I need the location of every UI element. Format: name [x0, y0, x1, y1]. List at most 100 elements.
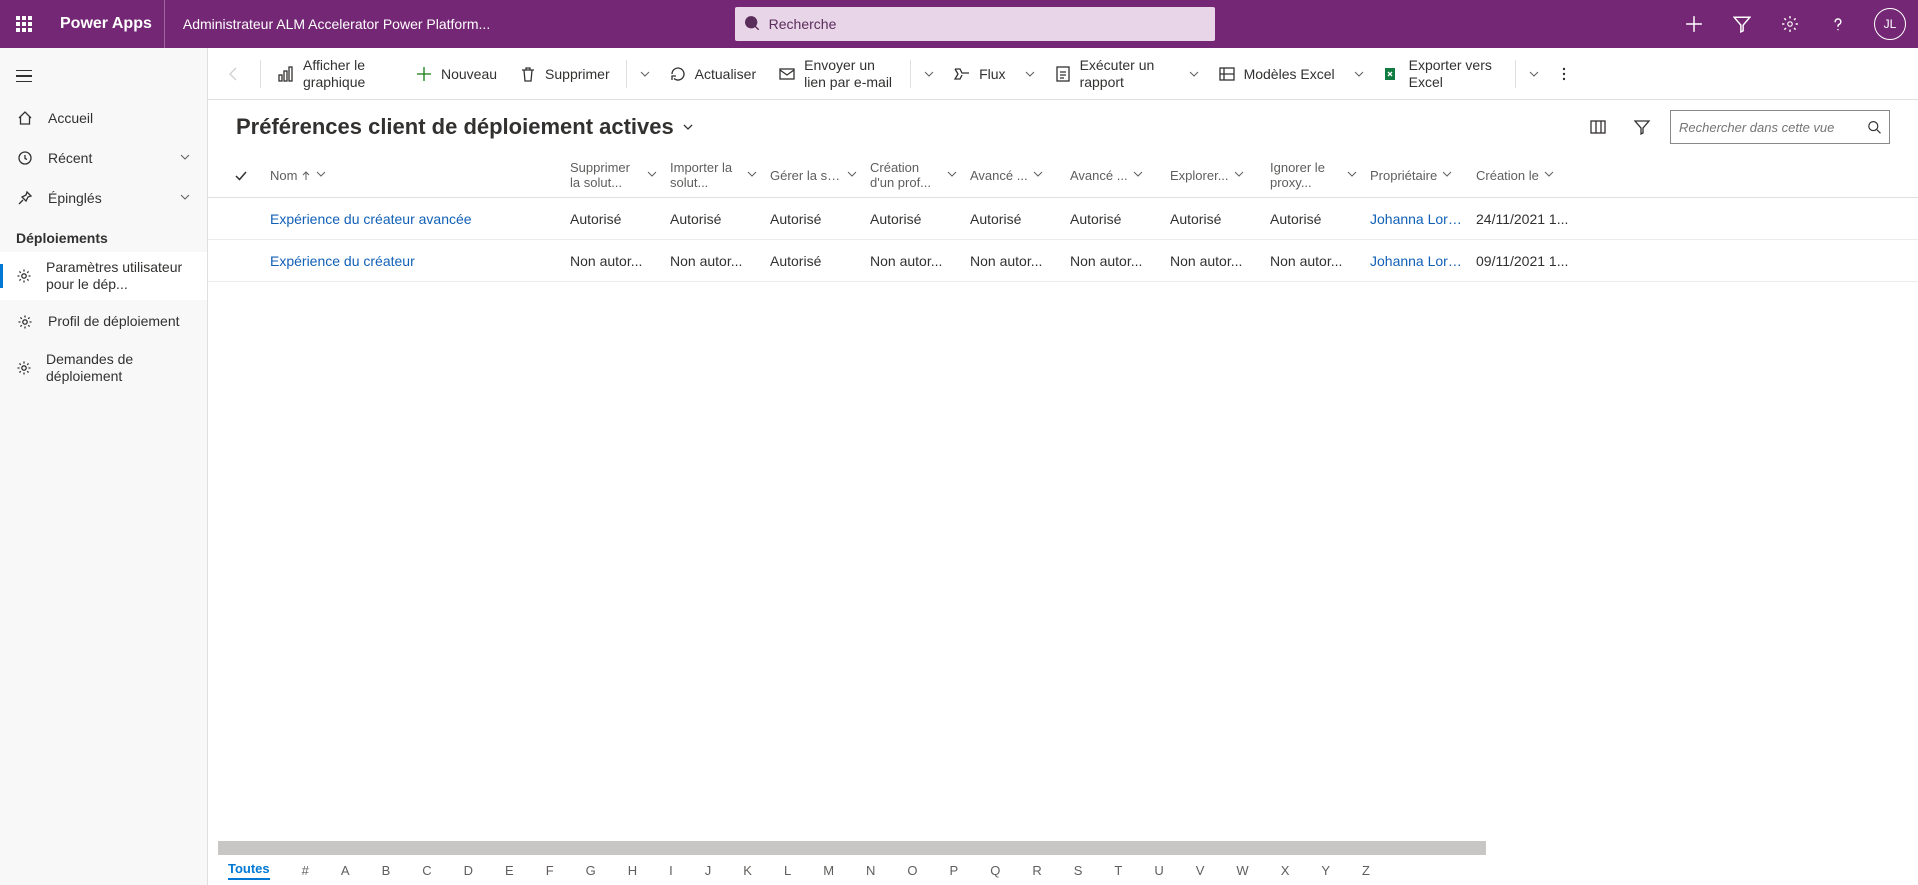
chevron-down-icon[interactable] — [1233, 168, 1245, 183]
nav-home[interactable]: Accueil — [0, 98, 207, 138]
chevron-down-icon[interactable] — [315, 168, 327, 183]
add-button[interactable] — [1670, 0, 1718, 48]
alpha-letter[interactable]: G — [586, 863, 596, 878]
column-owner[interactable]: Propriétaire — [1364, 168, 1470, 183]
search-box[interactable] — [735, 7, 1215, 41]
nav-label: Récent — [48, 150, 92, 166]
more-vertical-icon — [1557, 67, 1571, 81]
more-commands-button[interactable] — [1548, 52, 1580, 96]
alpha-all[interactable]: Toutes — [228, 861, 270, 880]
delete-button[interactable]: Supprimer — [509, 52, 620, 96]
alpha-letter[interactable]: C — [422, 863, 431, 878]
alpha-letter[interactable]: I — [669, 863, 673, 878]
search-input[interactable] — [769, 16, 1206, 32]
scrollbar-thumb[interactable] — [218, 841, 1486, 855]
select-all-column[interactable] — [228, 169, 264, 183]
run-report-button[interactable]: Exécuter un rapport — [1044, 52, 1180, 96]
chevron-down-icon[interactable] — [1132, 168, 1144, 183]
refresh-button[interactable]: Actualiser — [659, 52, 766, 96]
delete-split-button[interactable] — [633, 52, 657, 96]
chevron-down-icon[interactable] — [1543, 168, 1555, 183]
alpha-letter[interactable]: F — [546, 863, 554, 878]
chevron-down-icon[interactable] — [746, 168, 758, 183]
alpha-letter[interactable]: T — [1114, 863, 1122, 878]
column-manage-solution[interactable]: Gérer la solut... — [764, 168, 864, 183]
alpha-letter[interactable]: H — [628, 863, 637, 878]
alpha-letter[interactable]: Y — [1321, 863, 1330, 878]
column-import-solution[interactable]: Importer la solut... — [664, 161, 764, 191]
view-search-input[interactable] — [1679, 120, 1861, 135]
new-button[interactable]: Nouveau — [405, 52, 507, 96]
alpha-letter[interactable]: V — [1196, 863, 1205, 878]
column-delete-solution[interactable]: Supprimer la solut... — [564, 161, 664, 191]
chevron-down-icon[interactable] — [646, 168, 658, 183]
chevron-down-icon[interactable] — [1346, 168, 1358, 183]
data-grid: Nom Supprimer la solut... Importer la so… — [208, 154, 1918, 885]
table-row[interactable]: Expérience du créateur Non autor... Non … — [208, 240, 1918, 282]
view-search[interactable] — [1670, 110, 1890, 144]
export-split-button[interactable] — [1522, 52, 1546, 96]
brand-label[interactable]: Power Apps — [48, 0, 165, 48]
nav-user-settings[interactable]: Paramètres utilisateur pour le dép... — [0, 252, 207, 300]
filter-button[interactable] — [1718, 0, 1766, 48]
column-advanced-1[interactable]: Avancé ... — [964, 168, 1064, 183]
alpha-letter[interactable]: U — [1154, 863, 1163, 878]
view-selector[interactable]: Préférences client de déploiement active… — [236, 114, 694, 140]
cell-name[interactable]: Expérience du créateur avancée — [264, 211, 564, 227]
alpha-letter[interactable]: S — [1074, 863, 1083, 878]
column-advanced-2[interactable]: Avancé ... — [1064, 168, 1164, 183]
alpha-letter[interactable]: R — [1032, 863, 1041, 878]
alpha-letter[interactable]: D — [464, 863, 473, 878]
table-row[interactable]: Expérience du créateur avancée Autorisé … — [208, 198, 1918, 240]
edit-columns-button[interactable] — [1582, 111, 1614, 143]
filter-button[interactable] — [1626, 111, 1658, 143]
alpha-letter[interactable]: Z — [1362, 863, 1370, 878]
help-button[interactable] — [1814, 0, 1862, 48]
alpha-letter[interactable]: N — [866, 863, 875, 878]
nav-recent[interactable]: Récent — [0, 138, 207, 178]
alpha-letter[interactable]: E — [505, 863, 514, 878]
horizontal-scrollbar[interactable] — [218, 841, 1908, 855]
alpha-letter[interactable]: B — [382, 863, 391, 878]
alpha-letter[interactable]: A — [341, 863, 350, 878]
flow-split-button[interactable] — [1018, 52, 1042, 96]
alpha-letter[interactable]: Q — [990, 863, 1000, 878]
templates-split-button[interactable] — [1347, 52, 1371, 96]
column-name[interactable]: Nom — [264, 168, 564, 183]
excel-templates-button[interactable]: Modèles Excel — [1208, 52, 1345, 96]
nav-deploy-profile[interactable]: Profil de déploiement — [0, 300, 207, 344]
column-create-profile[interactable]: Création d'un prof... — [864, 161, 964, 191]
column-ignore-proxy[interactable]: Ignorer le proxy... — [1264, 161, 1364, 191]
alpha-letter[interactable]: P — [950, 863, 959, 878]
alpha-letter[interactable]: W — [1236, 863, 1248, 878]
cell-name[interactable]: Expérience du créateur — [264, 253, 564, 269]
alpha-hash[interactable]: # — [302, 863, 309, 878]
alpha-letter[interactable]: O — [907, 863, 917, 878]
settings-button[interactable] — [1766, 0, 1814, 48]
flow-button[interactable]: Flux — [943, 52, 1015, 96]
sidebar-toggle[interactable] — [0, 54, 207, 98]
chevron-down-icon[interactable] — [1032, 168, 1044, 183]
cell-owner[interactable]: Johanna Loren : — [1364, 253, 1470, 269]
chevron-down-icon[interactable] — [846, 168, 858, 183]
nav-deploy-requests[interactable]: Demandes de déploiement — [0, 344, 207, 392]
nav-pinned[interactable]: Épinglés — [0, 178, 207, 218]
report-split-button[interactable] — [1182, 52, 1206, 96]
chevron-down-icon[interactable] — [946, 168, 958, 183]
alpha-letter[interactable]: X — [1281, 863, 1290, 878]
app-launcher-button[interactable] — [0, 0, 48, 48]
alpha-letter[interactable]: M — [823, 863, 834, 878]
column-explore[interactable]: Explorer... — [1164, 168, 1264, 183]
user-avatar[interactable]: JL — [1874, 8, 1906, 40]
alpha-letter[interactable]: K — [743, 863, 752, 878]
column-created[interactable]: Création le — [1470, 168, 1580, 183]
alpha-letter[interactable]: L — [784, 863, 791, 878]
email-split-button[interactable] — [917, 52, 941, 96]
email-link-button[interactable]: Envoyer un lien par e-mail — [768, 52, 904, 96]
cell-owner[interactable]: Johanna Loren : — [1364, 211, 1470, 227]
alpha-letter[interactable]: J — [705, 863, 712, 878]
show-chart-button[interactable]: Afficher le graphique — [267, 52, 403, 96]
chevron-down-icon[interactable] — [1441, 168, 1453, 183]
main-content: Afficher le graphique Nouveau Supprimer … — [208, 48, 1918, 885]
export-excel-button[interactable]: Exporter vers Excel — [1373, 52, 1509, 96]
